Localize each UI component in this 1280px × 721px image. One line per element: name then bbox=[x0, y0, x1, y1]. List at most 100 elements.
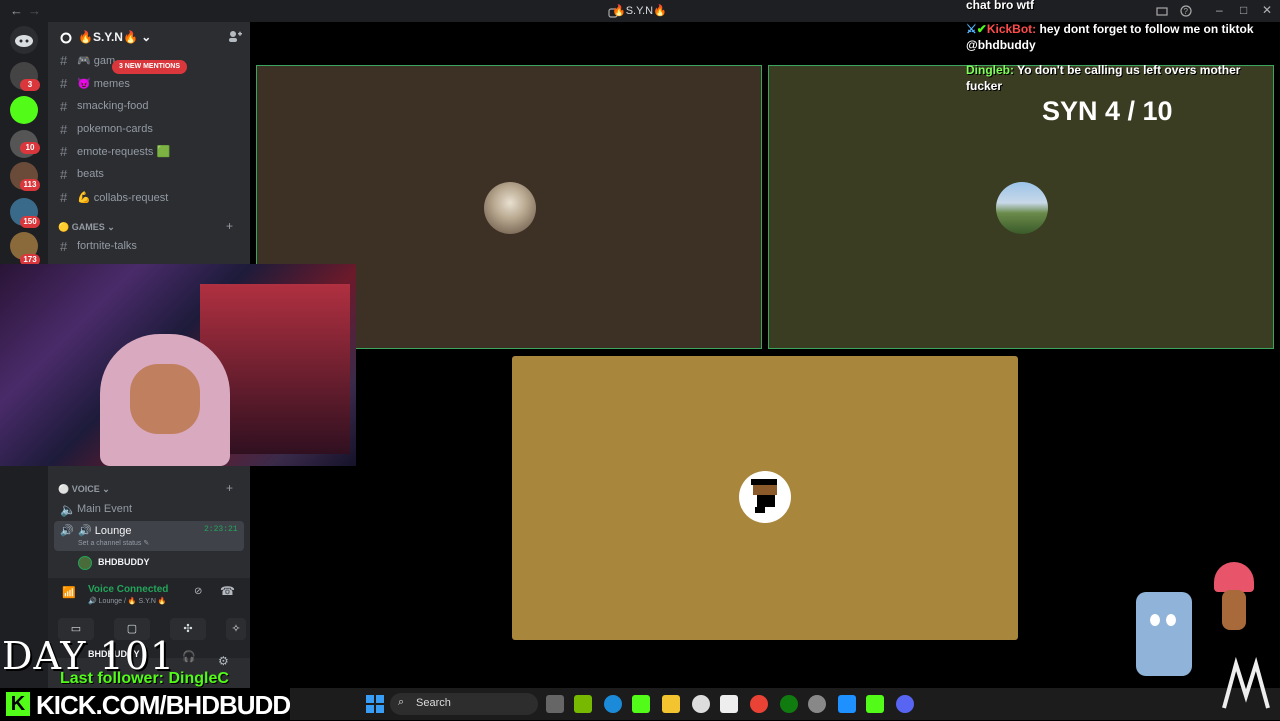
channel-item[interactable]: # beats bbox=[54, 164, 244, 184]
minimize-icon[interactable]: – bbox=[1216, 3, 1223, 17]
channel-item[interactable]: # emote-requests 🟩 bbox=[54, 141, 244, 161]
windows-taskbar: ⌕ Search bbox=[290, 688, 1280, 720]
kick-app-icon[interactable] bbox=[632, 695, 650, 713]
chat-message: Dingleb: Yo don't be calling us left ove… bbox=[966, 62, 1266, 94]
sticker-eye bbox=[1166, 614, 1176, 626]
hashtag-icon: # bbox=[60, 76, 68, 91]
kick-banner: K KICK.COM/BHDBUDDY bbox=[0, 688, 307, 720]
taskbar-search[interactable]: ⌕ Search bbox=[390, 693, 538, 715]
sword-badge-icon: ⚔ bbox=[966, 22, 977, 36]
server-settings-icon[interactable] bbox=[60, 31, 72, 49]
close-icon[interactable]: ✕ bbox=[1262, 3, 1272, 17]
video-tile-2[interactable] bbox=[768, 65, 1274, 349]
channel-label: beats bbox=[77, 168, 104, 180]
hashtag-icon: # bbox=[60, 190, 68, 205]
chat-text: Yo don't be calling us left overs mother bbox=[1014, 63, 1241, 77]
activities-button[interactable]: ✣ bbox=[170, 618, 206, 640]
channel-label: 🔊 Lounge bbox=[78, 525, 132, 537]
back-arrow-icon[interactable]: ← bbox=[10, 3, 23, 18]
disconnect-icon[interactable]: ☎ bbox=[220, 584, 235, 598]
channel-status[interactable]: Set a channel status ✎ bbox=[78, 539, 149, 547]
channel-item[interactable]: # 😈 memes bbox=[54, 73, 244, 93]
kick-studio-icon[interactable] bbox=[866, 695, 884, 713]
category-games[interactable]: 🟡 GAMES ⌄ bbox=[58, 222, 115, 233]
server-badge: 150 bbox=[20, 216, 40, 228]
server-badge: 113 bbox=[20, 179, 40, 191]
verified-badge-icon: ✔ bbox=[976, 22, 987, 36]
window-title: 🔥S.Y.N🔥 bbox=[612, 5, 667, 17]
channel-item[interactable]: # 💪 collabs-request bbox=[54, 187, 244, 207]
chat-username: KickBot: bbox=[986, 22, 1037, 36]
discord-home-icon[interactable] bbox=[10, 26, 38, 54]
gear-icon[interactable]: ⚙ bbox=[218, 654, 229, 668]
chat-text: fucker bbox=[966, 79, 1003, 93]
edge-icon[interactable] bbox=[604, 695, 622, 713]
channel-label: pokemon-cards bbox=[77, 123, 153, 135]
member-name: BHDBUDDY bbox=[98, 557, 150, 567]
invite-people-icon[interactable] bbox=[228, 30, 242, 45]
steam-icon[interactable] bbox=[692, 695, 710, 713]
server-name[interactable]: 🔥S.Y.N🔥 ⌄ bbox=[78, 30, 151, 44]
avatar bbox=[996, 182, 1048, 234]
video-tile-3[interactable] bbox=[512, 356, 1018, 640]
hashtag-icon: # bbox=[60, 53, 68, 68]
window-titlebar: ← → 🔥S.Y.N🔥 ? – □ ✕ bbox=[0, 0, 1280, 22]
hashtag-icon: # bbox=[60, 239, 68, 254]
channel-item[interactable]: # fortnite-talks bbox=[54, 236, 244, 256]
avatar bbox=[739, 471, 791, 523]
syn-logo bbox=[1216, 656, 1276, 716]
server-name-label: 🔥S.Y.N🔥 bbox=[78, 30, 138, 44]
chevron-down-icon: ⌄ bbox=[141, 30, 152, 44]
file-explorer-icon[interactable] bbox=[662, 695, 680, 713]
voice-status[interactable]: Voice Connected bbox=[88, 584, 168, 595]
voice-member[interactable]: BHDBUDDY bbox=[78, 555, 228, 573]
help-icon[interactable]: ? bbox=[1180, 4, 1192, 22]
chat-message: chat bro wtf bbox=[966, 0, 1034, 12]
headset-icon[interactable]: 🎧 bbox=[182, 650, 196, 663]
server-badge: 10 bbox=[20, 142, 40, 154]
kick-logo: K bbox=[6, 692, 30, 716]
chrome-icon[interactable] bbox=[750, 695, 768, 713]
channel-item[interactable]: # pokemon-cards bbox=[54, 119, 244, 139]
last-follower: Last follower: DingleC bbox=[60, 670, 229, 687]
soundboard-button[interactable]: ✧ bbox=[226, 618, 246, 640]
noise-suppression-icon[interactable]: ⊘ bbox=[194, 586, 202, 597]
voice-channel-path[interactable]: 🔊 Lounge / 🔥 S.Y.N 🔥 bbox=[88, 597, 167, 605]
discord-icon[interactable] bbox=[896, 695, 914, 713]
speaker-icon: 🔊 bbox=[60, 525, 74, 537]
chat-text: @bhdbuddy bbox=[966, 38, 1036, 52]
voice-channel-lounge[interactable]: 🔊 🔊 Lounge 2:23:21 Set a channel status … bbox=[54, 521, 244, 551]
forward-arrow-icon[interactable]: → bbox=[28, 3, 41, 18]
syn-counter: SYN 4 / 10 bbox=[1042, 96, 1173, 126]
channel-label: smacking-food bbox=[77, 100, 149, 112]
category-voice[interactable]: ⚪ VOICE ⌄ bbox=[58, 484, 110, 495]
windows-start-icon[interactable] bbox=[366, 695, 384, 718]
channel-label: 💪 collabs-request bbox=[77, 192, 169, 204]
sticker-eye bbox=[1150, 614, 1160, 626]
new-mentions-badge[interactable]: 3 NEW MENTIONS bbox=[112, 60, 187, 74]
hashtag-icon: # bbox=[60, 122, 68, 137]
hashtag-icon: # bbox=[60, 167, 68, 182]
add-channel-icon[interactable]: + bbox=[226, 219, 233, 233]
sticker-body bbox=[1222, 590, 1246, 630]
obs-icon[interactable] bbox=[808, 695, 826, 713]
task-view-icon[interactable] bbox=[546, 695, 564, 713]
towelie-sticker bbox=[1136, 592, 1192, 676]
search-icon: ⌕ bbox=[398, 696, 405, 708]
xbox-icon[interactable] bbox=[780, 695, 798, 713]
app-icon[interactable] bbox=[838, 695, 856, 713]
chat-text: hey dont forget to follow me on tiktok bbox=[1036, 22, 1254, 36]
channel-label: 🎮 gam bbox=[77, 55, 116, 67]
store-icon[interactable] bbox=[720, 695, 738, 713]
maximize-icon[interactable]: □ bbox=[1240, 3, 1247, 17]
nvidia-icon[interactable] bbox=[574, 695, 592, 713]
chat-message: ⚔✔KickBot: hey dont forget to follow me … bbox=[966, 21, 1276, 53]
channel-label: 😈 memes bbox=[77, 78, 130, 90]
server-icon-kick[interactable] bbox=[10, 96, 38, 124]
add-channel-icon[interactable]: + bbox=[226, 481, 233, 495]
channel-item[interactable]: # smacking-food bbox=[54, 96, 244, 116]
voice-channel-main-event[interactable]: 🔈 Main Event bbox=[54, 499, 244, 519]
signal-icon[interactable]: 📶 bbox=[62, 586, 76, 599]
activities-icon: ✣ bbox=[183, 623, 193, 635]
speaker-icon: 🔈 bbox=[60, 502, 77, 517]
